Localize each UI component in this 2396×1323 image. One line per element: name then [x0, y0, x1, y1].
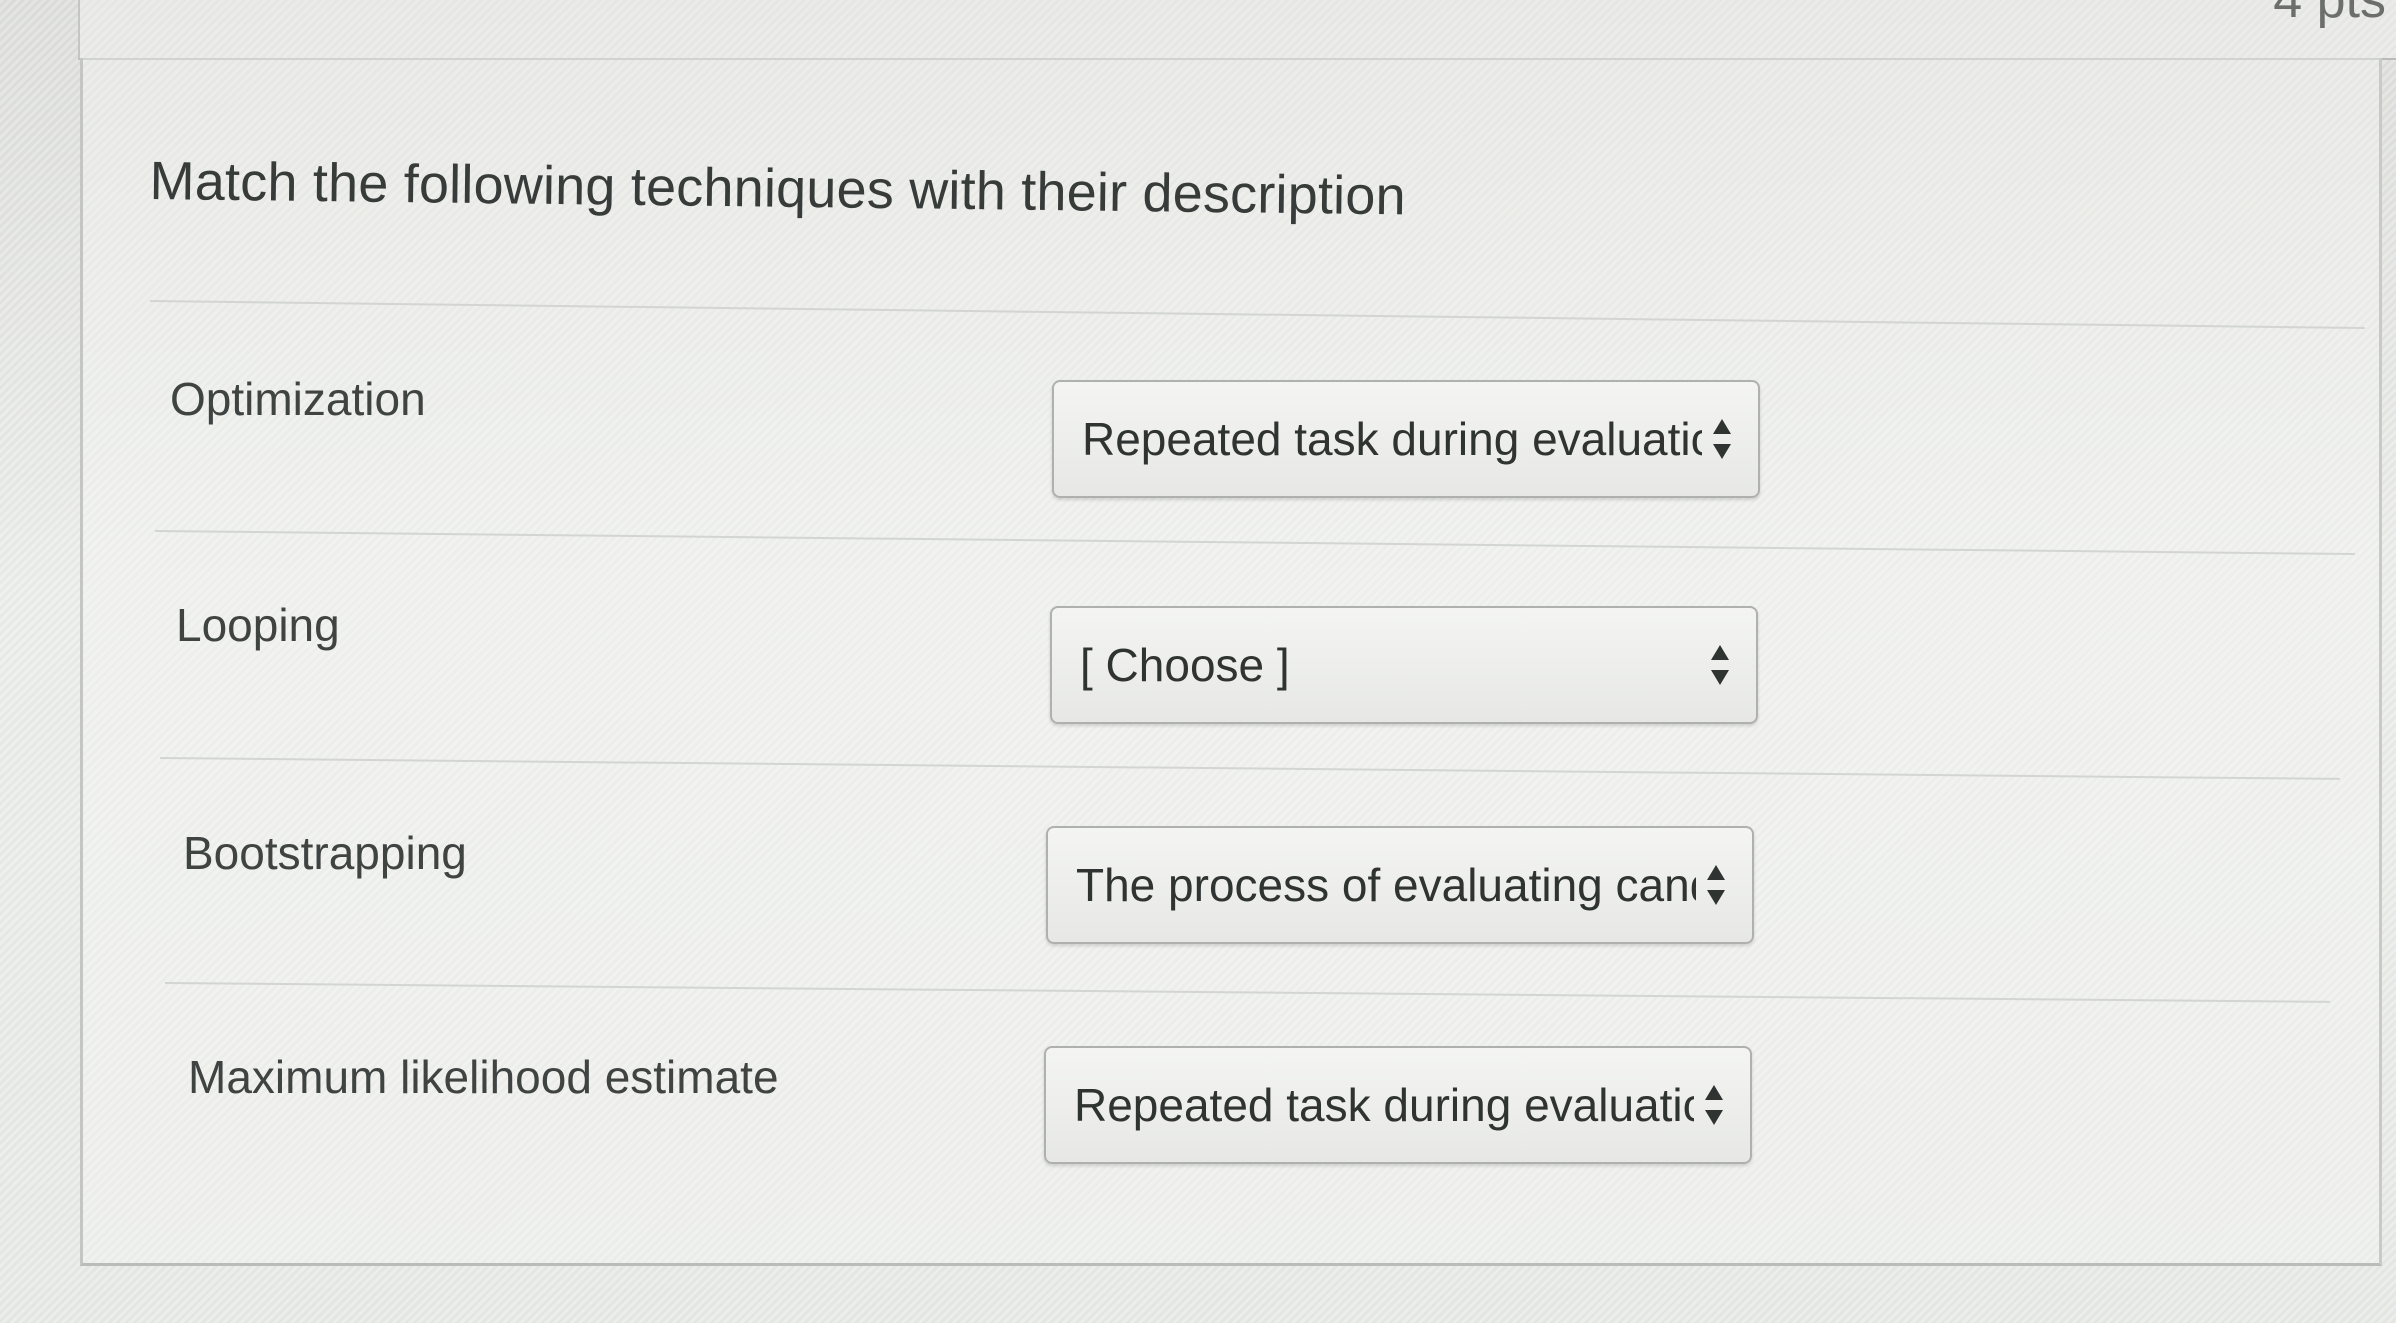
answer-select-looping[interactable]: [ Choose ]	[1050, 606, 1758, 724]
up-down-arrows-icon	[1710, 415, 1734, 463]
up-down-arrows-icon	[1702, 1081, 1726, 1129]
select-value: Repeated task during evaluatic	[1074, 1079, 1694, 1131]
answer-select-maximum-likelihood-estimate[interactable]: Repeated task during evaluatic	[1044, 1046, 1752, 1164]
select-value: Repeated task during evaluatic	[1082, 413, 1702, 465]
select-value: The process of evaluating cand	[1076, 859, 1696, 911]
answer-select-optimization[interactable]: Repeated task during evaluatic	[1052, 380, 1760, 498]
up-down-arrows-icon	[1704, 861, 1728, 909]
term-label-maximum-likelihood-estimate: Maximum likelihood estimate	[188, 1051, 779, 1103]
select-value: [ Choose ]	[1080, 639, 1290, 691]
up-down-arrows-icon	[1708, 641, 1732, 689]
term-label-bootstrapping: Bootstrapping	[183, 827, 467, 879]
answer-select-bootstrapping[interactable]: The process of evaluating cand	[1046, 826, 1754, 944]
points-label: 4 pts	[2273, 0, 2386, 29]
term-label-looping: Looping	[176, 599, 340, 651]
previous-question-card: 4 pts	[78, 0, 2396, 60]
term-label-optimization: Optimization	[170, 373, 426, 425]
